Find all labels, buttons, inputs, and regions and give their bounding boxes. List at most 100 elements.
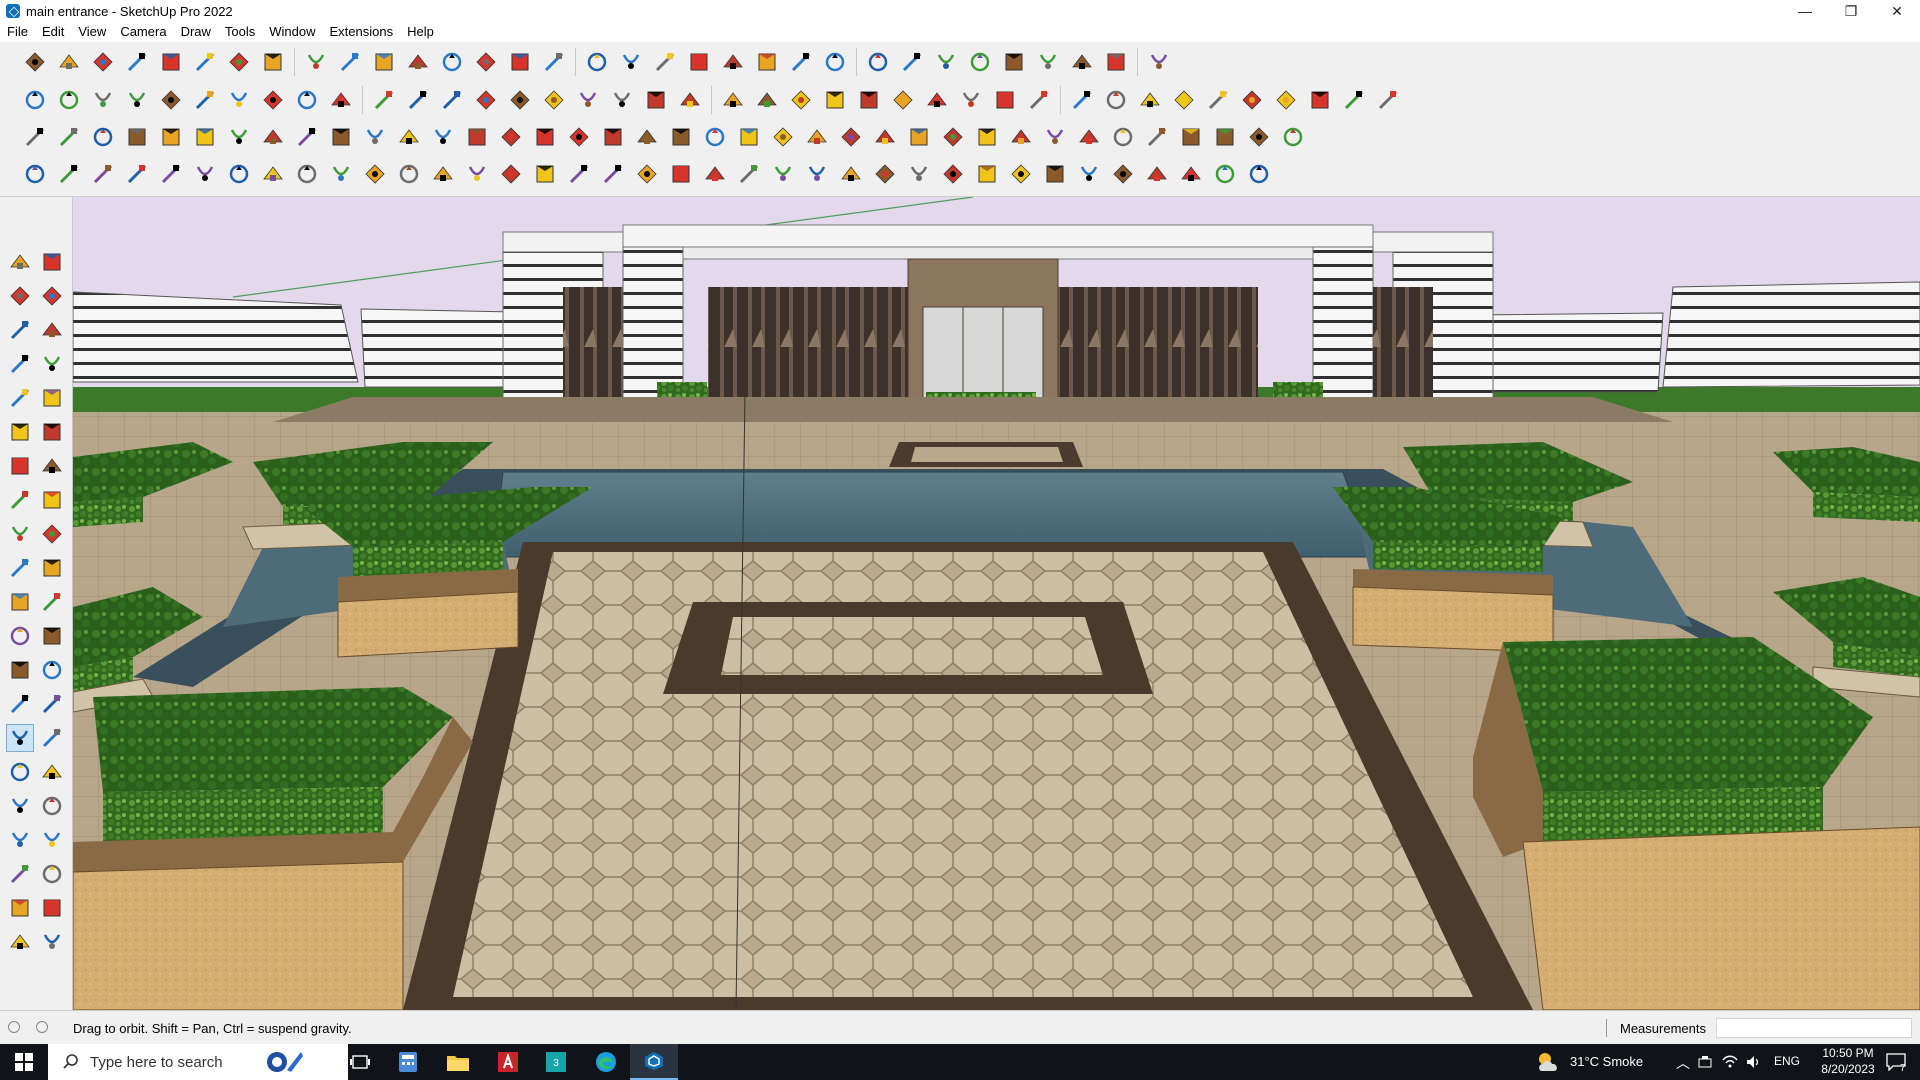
paint-icon[interactable]	[7, 283, 33, 309]
slanted-icon[interactable]	[770, 161, 796, 187]
bucket-icon[interactable]	[838, 124, 864, 150]
knot-icon[interactable]	[260, 161, 286, 187]
wave-icon[interactable]	[1212, 161, 1238, 187]
nodes-icon[interactable]	[1280, 124, 1306, 150]
hook-icon[interactable]	[226, 161, 252, 187]
arc3-icon[interactable]	[7, 487, 33, 513]
ellipse-icon[interactable]	[924, 87, 950, 113]
link-icon[interactable]	[396, 124, 422, 150]
rectangle-icon[interactable]	[7, 385, 33, 411]
gem-icon[interactable]	[124, 161, 150, 187]
model-viewport[interactable]	[73, 197, 1920, 1010]
taskbar-file-explorer[interactable]	[434, 1044, 482, 1080]
menu-file[interactable]: File	[0, 22, 35, 42]
crystal-icon[interactable]	[1008, 124, 1034, 150]
loop-icon[interactable]	[872, 124, 898, 150]
branch-icon[interactable]	[362, 161, 388, 187]
arrow-right-icon[interactable]	[328, 87, 354, 113]
sections-icon[interactable]	[720, 49, 746, 75]
plus-icon[interactable]	[532, 124, 558, 150]
pillars-icon[interactable]	[1076, 161, 1102, 187]
offset-icon[interactable]	[371, 87, 397, 113]
hand-icon[interactable]	[1146, 49, 1172, 75]
tape-icon[interactable]	[405, 49, 431, 75]
building-icon[interactable]	[507, 87, 533, 113]
dimension-icon[interactable]	[1001, 49, 1027, 75]
profile-icon[interactable]	[22, 161, 48, 187]
volume-icon[interactable]	[1746, 1055, 1762, 1069]
push-icon[interactable]	[158, 87, 184, 113]
grid-icon[interactable]	[1239, 87, 1265, 113]
plane-icon[interactable]	[473, 87, 499, 113]
3d-text-icon[interactable]	[39, 691, 65, 717]
follow-me-icon[interactable]	[260, 49, 286, 75]
globe-icon[interactable]	[294, 161, 320, 187]
bezier-arc-icon[interactable]	[39, 487, 65, 513]
redo-icon[interactable]	[1103, 49, 1129, 75]
scatter-icon[interactable]	[1212, 124, 1238, 150]
arch-icon[interactable]	[498, 161, 524, 187]
warning-icon[interactable]	[668, 124, 694, 150]
zoom-icon[interactable]	[584, 49, 610, 75]
hand-grid-icon[interactable]	[634, 161, 660, 187]
eraser-icon[interactable]	[90, 49, 116, 75]
menu-help[interactable]: Help	[400, 22, 441, 42]
fence-icon[interactable]	[600, 161, 626, 187]
rotate-icon[interactable]	[7, 555, 33, 581]
curve-icon[interactable]	[1069, 87, 1095, 113]
formula-icon[interactable]	[720, 87, 746, 113]
helix-icon[interactable]	[736, 124, 762, 150]
onedrive-icon[interactable]	[1698, 1055, 1712, 1069]
cube-icon[interactable]	[22, 87, 48, 113]
rotated-rect-icon[interactable]	[39, 385, 65, 411]
taskbar-edge[interactable]	[582, 1044, 630, 1080]
gear-spoke-icon[interactable]	[1110, 161, 1136, 187]
tree-icon[interactable]	[600, 124, 626, 150]
slide-icon[interactable]	[464, 161, 490, 187]
ruler-icon[interactable]	[788, 87, 814, 113]
cube-stack-icon[interactable]	[974, 124, 1000, 150]
tray-chevron-icon[interactable]: ︿	[1676, 1053, 1690, 1073]
parallelogram-icon[interactable]	[958, 87, 984, 113]
door-icon[interactable]	[328, 124, 354, 150]
weather-text[interactable]: 31°C Smoke	[1570, 1054, 1643, 1069]
text-icon[interactable]	[439, 49, 465, 75]
pencil-icon[interactable]	[7, 351, 33, 377]
cross-icon[interactable]	[498, 124, 524, 150]
select-icon[interactable]	[56, 49, 82, 75]
person-icon[interactable]	[788, 49, 814, 75]
pan-icon[interactable]	[541, 49, 567, 75]
x-icon[interactable]	[566, 124, 592, 150]
menu-extensions[interactable]: Extensions	[323, 22, 401, 42]
stair-icon[interactable]	[158, 161, 184, 187]
circle-icon[interactable]	[822, 87, 848, 113]
arrow-down-icon[interactable]	[260, 87, 286, 113]
move-icon[interactable]	[7, 521, 33, 547]
protractor-icon[interactable]	[7, 657, 33, 683]
push-pull-icon[interactable]	[39, 521, 65, 547]
orbit-active-icon[interactable]	[6, 724, 34, 752]
leaf-shape-icon[interactable]	[668, 161, 694, 187]
bridge-icon[interactable]	[906, 161, 932, 187]
component-icon[interactable]	[7, 317, 33, 343]
mesh-icon[interactable]	[1341, 87, 1367, 113]
balance-icon[interactable]	[940, 124, 966, 150]
styles-icon[interactable]	[754, 49, 780, 75]
spline-icon[interactable]	[1026, 87, 1052, 113]
arrow-up-icon[interactable]	[226, 87, 252, 113]
split-icon[interactable]	[838, 161, 864, 187]
arc-icon[interactable]	[7, 453, 33, 479]
orbit-icon[interactable]	[507, 49, 533, 75]
explode-icon[interactable]	[124, 87, 150, 113]
node-icon[interactable]	[464, 124, 490, 150]
cage-icon[interactable]	[1008, 161, 1034, 187]
eraser-icon[interactable]	[39, 283, 65, 309]
hexagon-icon[interactable]	[890, 87, 916, 113]
taskbar-autocad[interactable]	[484, 1044, 532, 1080]
house-icon[interactable]	[541, 87, 567, 113]
text-icon[interactable]	[39, 657, 65, 683]
fountain-icon[interactable]	[634, 124, 660, 150]
weld-icon[interactable]	[1137, 87, 1163, 113]
minimize-button[interactable]: —	[1782, 0, 1828, 22]
triangle-icon[interactable]	[532, 161, 558, 187]
